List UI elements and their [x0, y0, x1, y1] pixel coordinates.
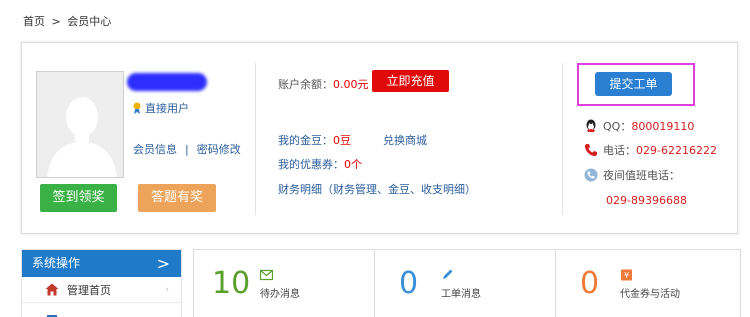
envelope-icon [260, 269, 273, 281]
stat-value: 0 [580, 266, 600, 301]
phone-value: 029-62216222 [636, 143, 717, 157]
night-phone-icon [584, 168, 598, 182]
sign-in-reward-button[interactable]: 签到领奖 [40, 184, 117, 212]
night-phone-value: 029-89396688 [606, 194, 687, 207]
stat-value: 0 [399, 266, 419, 301]
medal-icon [133, 102, 141, 114]
stat-value: 10 [212, 266, 251, 301]
breadcrumb-home[interactable]: 首页 [23, 15, 45, 28]
beans-value: 0豆 [333, 134, 351, 147]
sidebar-item-partial[interactable] [22, 303, 181, 317]
member-links: 会员信息 | 密码修改 [133, 141, 241, 157]
stat-tickets[interactable]: 0 工单消息 [375, 250, 555, 317]
breadcrumb-current: 会员中心 [67, 15, 112, 28]
sidebar-item-admin-home[interactable]: 管理首页 › [22, 277, 181, 303]
beans-row[interactable]: 我的金豆：0豆 [278, 132, 351, 148]
balance: 账户余额：0.00元 [278, 76, 369, 92]
phone-contact: 电话： 029-62216222 [584, 142, 717, 158]
stat-todo[interactable]: 10 待办消息 [194, 250, 374, 317]
qq-label: QQ： [603, 120, 632, 133]
balance-label: 账户余额： [278, 78, 333, 91]
member-type: 直接用户 [132, 100, 189, 116]
home-icon [45, 283, 59, 296]
username-redacted [127, 73, 207, 91]
divider [255, 63, 256, 215]
coupons-value: 0个 [344, 158, 362, 171]
links-separator: | [185, 143, 189, 156]
default-user-icon [37, 72, 123, 177]
breadcrumb-separator: > [51, 15, 61, 28]
password-change-link[interactable]: 密码修改 [197, 143, 241, 156]
phone-icon [585, 144, 597, 156]
night-label: 夜间值班电话： [603, 169, 680, 182]
balance-value: 0.00元 [333, 78, 369, 91]
sidebar-header[interactable]: 系统操作 > [22, 250, 181, 277]
coupons-label: 我的优惠券： [278, 158, 344, 171]
sidebar-title: 系统操作 [32, 256, 81, 270]
qq-icon [586, 119, 596, 132]
beans-label: 我的金豆： [278, 134, 333, 147]
chevron-right-icon[interactable]: > [157, 250, 170, 277]
recharge-button[interactable]: 立即充值 [372, 70, 449, 92]
exchange-mall-link[interactable]: 兑换商城 [383, 132, 427, 148]
shield-icon [47, 315, 57, 317]
finance-details-link[interactable]: 财务明细（财务管理、金豆、收支明细） [278, 181, 476, 197]
phone-label: 电话： [603, 144, 636, 157]
submit-ticket-button[interactable]: 提交工单 [595, 72, 672, 96]
qq-contact: QQ： 800019110 [584, 118, 694, 134]
qq-value: 800019110 [631, 119, 695, 133]
system-operations-sidebar: 系统操作 > 管理首页 › [21, 249, 182, 317]
sidebar-item-label: 管理首页 [67, 283, 111, 297]
coupon-icon: ¥ [621, 269, 632, 281]
stat-label: 代金券与活动 [620, 289, 680, 300]
night-contact: 夜间值班电话： [584, 167, 680, 183]
member-panel: 直接用户 会员信息 | 密码修改 签到领奖 答题有奖 账户余额：0.00元 立即充值… [21, 42, 738, 234]
pencil-icon [443, 269, 453, 279]
member-info-link[interactable]: 会员信息 [133, 143, 177, 156]
breadcrumb: 首页 > 会员中心 [23, 13, 114, 29]
member-type-label: 直接用户 [145, 102, 189, 115]
quiz-reward-button[interactable]: 答题有奖 [138, 184, 216, 212]
chevron-right-icon: › [165, 284, 169, 295]
stats-panel: 10 待办消息 0 工单消息 0 ¥ 代金券与活动 [193, 249, 741, 317]
stat-coupons[interactable]: 0 ¥ 代金券与活动 [556, 250, 742, 317]
stat-label: 待办消息 [260, 289, 300, 300]
svg-text:¥: ¥ [624, 271, 629, 280]
coupons-row[interactable]: 我的优惠券：0个 [278, 156, 362, 172]
divider [562, 63, 563, 215]
stat-label: 工单消息 [441, 289, 481, 300]
avatar [36, 71, 124, 178]
